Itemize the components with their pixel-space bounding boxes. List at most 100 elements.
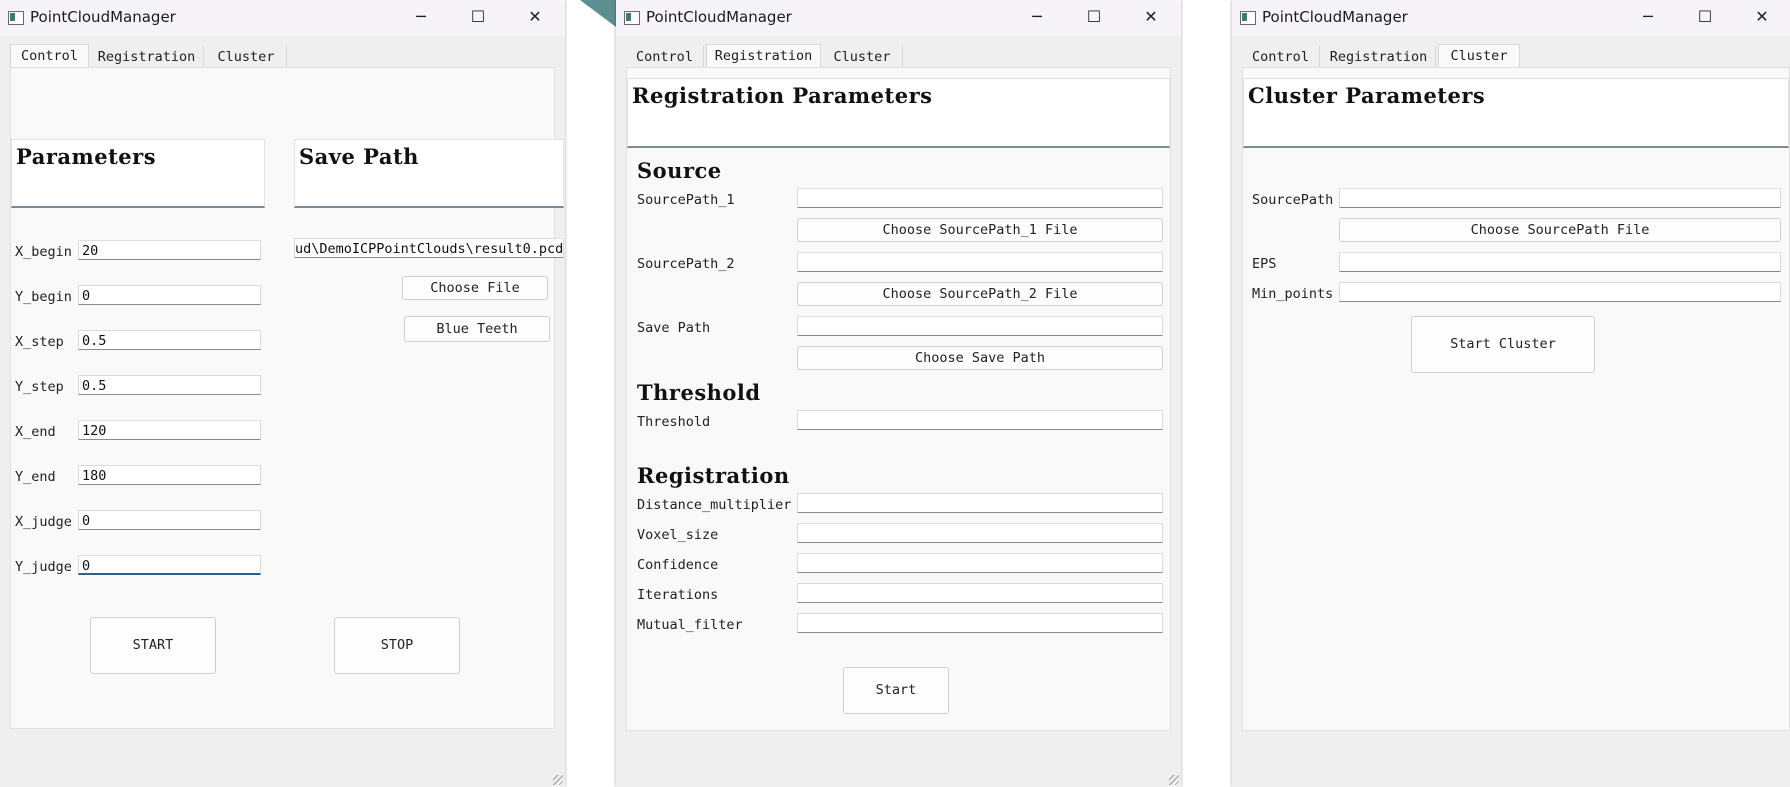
start-cluster-button[interactable]: Start Cluster	[1411, 316, 1595, 373]
maximize-icon[interactable]: ☐	[1691, 4, 1719, 30]
x-step-input[interactable]: 0.5	[78, 330, 261, 350]
x-begin-label: X_begin	[15, 244, 72, 260]
tab-control[interactable]: Control	[1242, 46, 1320, 68]
x-judge-label: X_judge	[15, 514, 72, 530]
save-path-header: Save Path	[299, 144, 419, 169]
window-registration: PointCloudManager ─ ☐ ✕ Control Registra…	[616, 0, 1181, 787]
title-bar[interactable]: PointCloudManager ─ ☐ ✕	[1232, 0, 1790, 36]
source-path-1-input[interactable]	[797, 188, 1163, 208]
min-points-label: Min_points	[1252, 286, 1334, 302]
y-step-label: Y_step	[15, 379, 64, 395]
tab-control[interactable]: Control	[626, 46, 704, 68]
resize-grip[interactable]	[553, 775, 563, 785]
window-title: PointCloudManager	[646, 8, 792, 26]
source-section-title: Source	[637, 158, 722, 183]
close-icon[interactable]: ✕	[1137, 4, 1165, 30]
tab-cluster[interactable]: Cluster	[206, 46, 287, 68]
desktop-background-shape	[580, 0, 620, 30]
registration-start-button[interactable]: Start	[843, 667, 949, 714]
window-title: PointCloudManager	[30, 8, 176, 26]
y-judge-label: Y_judge	[15, 559, 72, 575]
x-step-label: X_step	[15, 334, 64, 350]
tab-registration[interactable]: Registration	[1322, 46, 1436, 68]
tab-bar: Control Registration Cluster	[10, 44, 555, 69]
save-path-label: Save Path	[637, 320, 711, 336]
y-begin-input[interactable]: 0	[78, 285, 261, 305]
minimize-icon[interactable]: ─	[407, 4, 435, 30]
save-path-header-box: Save Path	[294, 139, 564, 208]
threshold-input[interactable]	[797, 410, 1163, 430]
title-bar[interactable]: PointCloudManager ─ ☐ ✕	[0, 0, 565, 36]
app-icon	[624, 11, 640, 25]
distance-multiplier-label: Distance_multiplier	[637, 497, 792, 513]
maximize-icon[interactable]: ☐	[1080, 4, 1108, 30]
voxel-size-label: Voxel_size	[637, 527, 719, 543]
resize-grip[interactable]	[1169, 775, 1179, 785]
x-begin-input[interactable]: 20	[78, 240, 261, 260]
app-icon	[8, 11, 24, 25]
y-end-label: Y_end	[15, 469, 56, 485]
choose-source-path-1-button[interactable]: Choose SourcePath_1 File	[797, 218, 1163, 242]
tab-registration[interactable]: Registration	[706, 44, 821, 69]
voxel-size-input[interactable]	[797, 523, 1163, 543]
registration-header-box: Registration Parameters	[627, 78, 1170, 148]
confidence-label: Confidence	[637, 557, 719, 573]
y-begin-label: Y_begin	[15, 289, 72, 305]
y-judge-input[interactable]: 0	[78, 555, 261, 575]
minimize-icon[interactable]: ─	[1023, 4, 1051, 30]
source-path-label: SourcePath	[1252, 192, 1334, 208]
eps-label: EPS	[1252, 256, 1277, 272]
x-end-label: X_end	[15, 424, 56, 440]
close-icon[interactable]: ✕	[1748, 4, 1776, 30]
tab-registration[interactable]: Registration	[90, 46, 204, 68]
window-control: PointCloudManager ─ ☐ ✕ Control Registra…	[0, 0, 565, 787]
y-step-input[interactable]: 0.5	[78, 375, 261, 395]
x-judge-input[interactable]: 0	[78, 510, 261, 530]
save-path-input[interactable]: ud\DemoICPPointClouds\result0.pcd	[294, 238, 564, 258]
app-icon	[1240, 11, 1256, 25]
iterations-input[interactable]	[797, 583, 1163, 603]
choose-save-path-button[interactable]: Choose Save Path	[797, 346, 1163, 370]
confidence-input[interactable]	[797, 553, 1163, 573]
choose-file-button[interactable]: Choose File	[402, 276, 548, 300]
choose-source-path-2-button[interactable]: Choose SourcePath_2 File	[797, 282, 1163, 306]
mutual-filter-input[interactable]	[797, 613, 1163, 633]
save-path-input[interactable]	[797, 316, 1163, 336]
start-button[interactable]: START	[90, 617, 216, 674]
blue-teeth-button[interactable]: Blue Teeth	[404, 316, 550, 342]
stop-button[interactable]: STOP	[334, 617, 460, 674]
control-panel: Parameters Save Path X_begin 20 Y_begin …	[10, 67, 564, 729]
tab-cluster[interactable]: Cluster	[1438, 44, 1520, 69]
x-end-input[interactable]: 120	[78, 420, 261, 440]
registration-panel: Registration Parameters Source SourcePat…	[626, 67, 1171, 731]
close-icon[interactable]: ✕	[521, 4, 549, 30]
window-title: PointCloudManager	[1262, 8, 1408, 26]
tab-bar: Control Registration Cluster	[1242, 44, 1780, 69]
source-path-2-input[interactable]	[797, 252, 1163, 272]
parameters-header: Parameters	[16, 144, 157, 169]
cluster-panel: Cluster Parameters SourcePath Choose Sou…	[1242, 67, 1790, 731]
minimize-icon[interactable]: ─	[1634, 4, 1662, 30]
title-bar[interactable]: PointCloudManager ─ ☐ ✕	[616, 0, 1181, 36]
eps-input[interactable]	[1339, 252, 1781, 272]
source-path-1-label: SourcePath_1	[637, 192, 735, 208]
cluster-header: Cluster Parameters	[1248, 83, 1486, 108]
cluster-header-box: Cluster Parameters	[1243, 78, 1789, 148]
source-path-input[interactable]	[1339, 188, 1781, 208]
threshold-section-title: Threshold	[637, 380, 761, 405]
choose-source-path-button[interactable]: Choose SourcePath File	[1339, 218, 1781, 242]
tab-control[interactable]: Control	[10, 44, 89, 69]
distance-multiplier-input[interactable]	[797, 493, 1163, 513]
y-end-input[interactable]: 180	[78, 465, 261, 485]
window-cluster: PointCloudManager ─ ☐ ✕ Control Registra…	[1232, 0, 1790, 787]
min-points-input[interactable]	[1339, 282, 1781, 302]
tab-cluster[interactable]: Cluster	[822, 46, 903, 68]
tab-bar: Control Registration Cluster	[626, 44, 1171, 69]
parameters-header-box: Parameters	[11, 139, 265, 208]
iterations-label: Iterations	[637, 587, 719, 603]
mutual-filter-label: Mutual_filter	[637, 617, 743, 633]
source-path-2-label: SourcePath_2	[637, 256, 735, 272]
registration-section-title: Registration	[637, 463, 790, 488]
maximize-icon[interactable]: ☐	[464, 4, 492, 30]
threshold-label: Threshold	[637, 414, 711, 430]
